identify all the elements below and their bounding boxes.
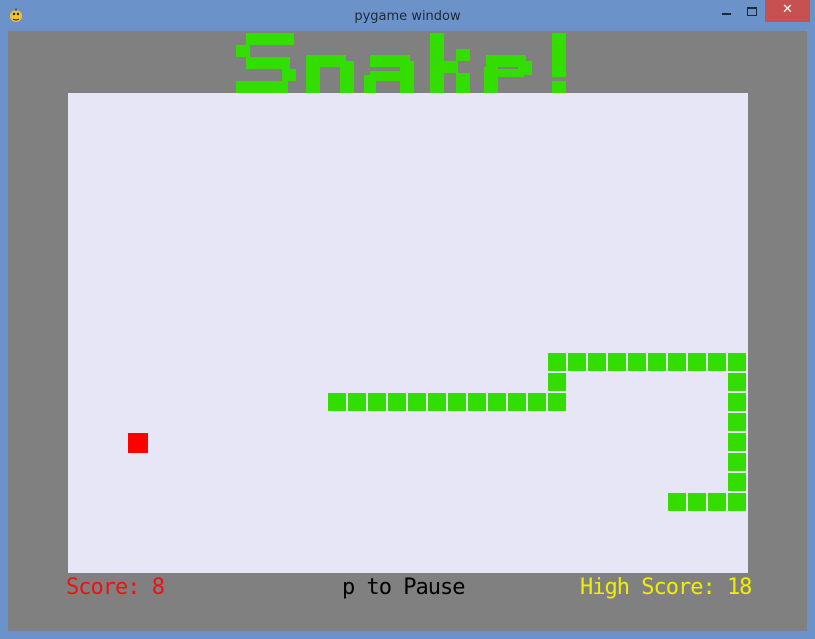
snake-segment <box>468 393 486 411</box>
close-icon: ✕ <box>782 2 793 17</box>
snake-segment <box>728 353 746 371</box>
pause-hint: p to Pause <box>342 575 465 600</box>
snake-segment <box>708 493 726 511</box>
snake-segment <box>708 353 726 371</box>
score-label: Score: 8 <box>66 575 165 600</box>
snake-logo <box>236 33 566 93</box>
maximize-button[interactable] <box>740 0 764 22</box>
snake-segment <box>548 373 566 391</box>
snake-segment <box>368 393 386 411</box>
snake-segment <box>328 393 346 411</box>
window-title: pygame window <box>354 9 461 24</box>
snake-segment <box>508 393 526 411</box>
snake-segment <box>548 393 566 411</box>
snake-segment <box>728 473 746 491</box>
snake-segment <box>728 373 746 391</box>
title-bar[interactable]: pygame window ✕ <box>0 0 815 31</box>
play-field <box>68 93 748 573</box>
snake-segment <box>408 393 426 411</box>
snake-segment <box>668 493 686 511</box>
snake-segment <box>348 393 366 411</box>
snake-segment <box>548 353 566 371</box>
snake-segment <box>648 353 666 371</box>
snake-segment <box>728 393 746 411</box>
high-score-label: High Score: 18 <box>580 575 752 600</box>
snake-segment <box>388 393 406 411</box>
snake-segment <box>668 353 686 371</box>
snake-segment <box>528 393 546 411</box>
snake-segment <box>628 353 646 371</box>
snake-segment <box>488 393 506 411</box>
snake-segment <box>728 453 746 471</box>
minimize-icon <box>722 13 731 15</box>
snake-segment <box>688 353 706 371</box>
snake-segment <box>448 393 466 411</box>
snake-segment <box>588 353 606 371</box>
snake-segment <box>728 413 746 431</box>
snake-segment <box>428 393 446 411</box>
snake-segment <box>688 493 706 511</box>
maximize-icon <box>747 7 757 16</box>
snake-segment <box>568 353 586 371</box>
minimize-button[interactable] <box>712 0 740 22</box>
close-button[interactable]: ✕ <box>765 0 810 22</box>
snake-segment <box>728 493 746 511</box>
snake-segment <box>728 433 746 451</box>
food-pellet <box>128 433 148 453</box>
game-canvas[interactable]: Score: 8 p to Pause High Score: 18 <box>8 31 807 631</box>
snake-segment <box>608 353 626 371</box>
